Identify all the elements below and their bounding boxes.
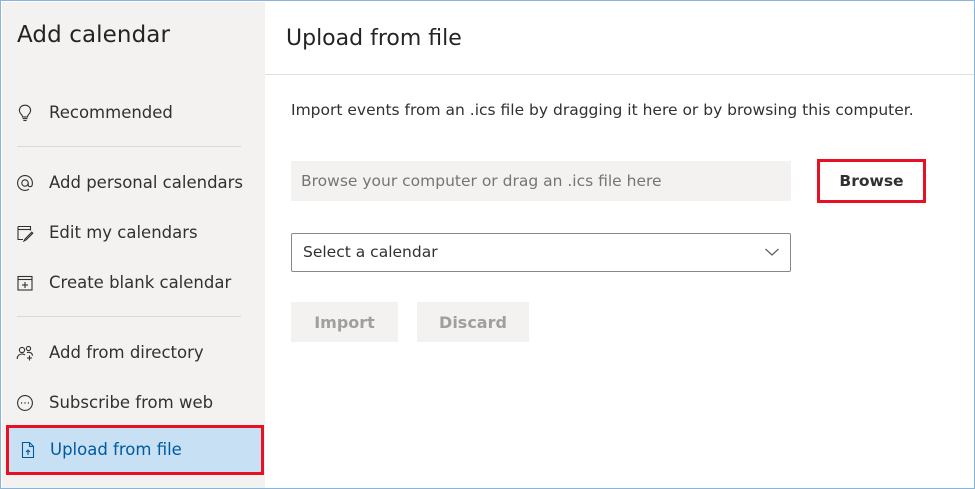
import-button[interactable]: Import (291, 302, 398, 342)
sidebar-item-add-personal-calendars[interactable]: Add personal calendars (2, 158, 265, 208)
calendar-select[interactable]: Select a calendar (291, 233, 791, 272)
sidebar-item-upload-from-file[interactable]: Upload from file (6, 425, 264, 475)
sidebar-item-label: Add personal calendars (49, 173, 244, 192)
sidebar-item-label: Create blank calendar (49, 273, 232, 292)
browse-button-label: Browse (839, 172, 904, 190)
add-calendar-dialog: Add calendar Recommended Add personal ca… (0, 0, 975, 489)
page-title: Upload from file (286, 26, 462, 51)
sidebar-item-edit-my-calendars[interactable]: Edit my calendars (2, 208, 265, 258)
upload-description: Import events from an .ics file by dragg… (291, 101, 914, 119)
sidebar-item-label: Edit my calendars (49, 223, 198, 242)
sidebar-item-subscribe-from-web[interactable]: Subscribe from web (2, 378, 265, 428)
file-upload-icon (18, 440, 38, 460)
lightbulb-icon (15, 103, 35, 123)
sidebar-item-add-from-directory[interactable]: Add from directory (2, 328, 265, 378)
discard-button[interactable]: Discard (417, 302, 529, 342)
sidebar-item-label: Recommended (49, 103, 173, 122)
sidebar-item-recommended[interactable]: Recommended (2, 88, 265, 138)
sidebar-divider (17, 146, 241, 147)
subscribe-icon (15, 393, 35, 413)
calendar-select-value: Select a calendar (303, 243, 438, 261)
sidebar: Add calendar Recommended Add personal ca… (2, 2, 265, 488)
sidebar-item-label: Add from directory (49, 343, 204, 362)
chevron-down-icon (764, 246, 780, 258)
edit-calendar-icon (15, 223, 35, 243)
sidebar-title: Add calendar (17, 22, 171, 48)
sidebar-item-create-blank-calendar[interactable]: Create blank calendar (2, 258, 265, 308)
file-drop-input[interactable] (291, 161, 791, 201)
calendar-add-icon (15, 273, 35, 293)
sidebar-item-label: Upload from file (50, 440, 182, 459)
at-sign-icon (15, 173, 35, 193)
sidebar-item-label: Subscribe from web (49, 393, 214, 412)
main-header: Upload from file (265, 2, 974, 75)
people-add-icon (15, 343, 35, 363)
browse-button[interactable]: Browse (817, 159, 926, 203)
sidebar-divider (17, 316, 241, 317)
